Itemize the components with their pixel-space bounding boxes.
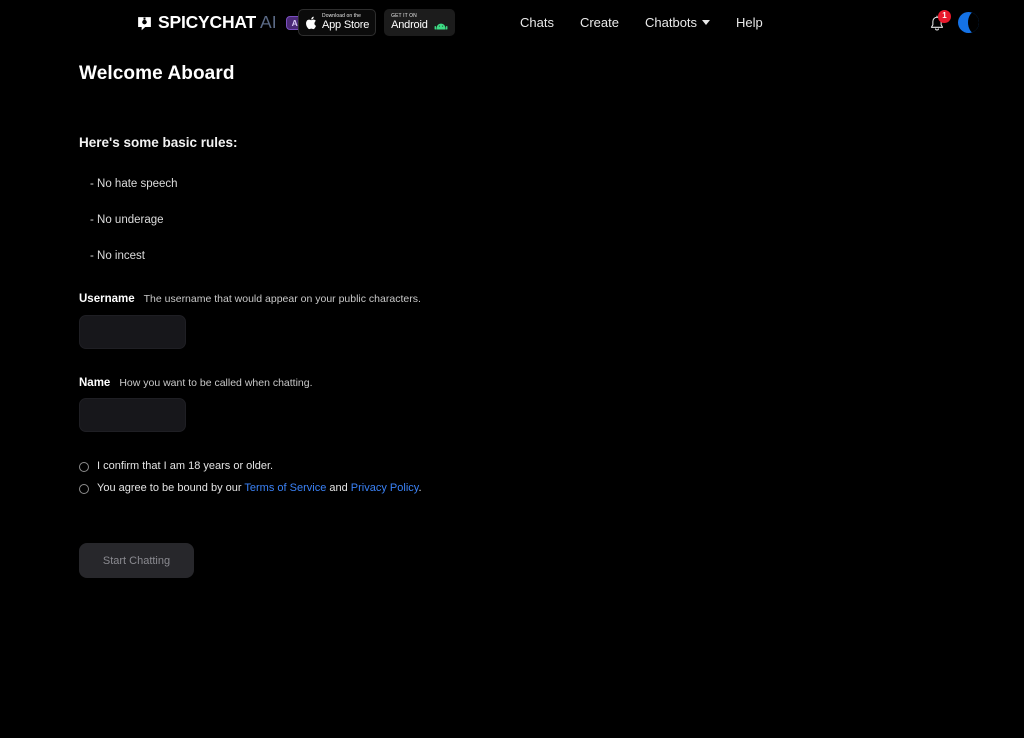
nav-item-help-label: Help bbox=[736, 15, 763, 30]
username-field-block: Username The username that would appear … bbox=[79, 287, 1024, 349]
terms-consent-checkbox[interactable] bbox=[79, 483, 89, 494]
terms-of-service-link[interactable]: Terms of Service bbox=[244, 482, 326, 494]
list-item: - No hate speech bbox=[90, 178, 178, 190]
brand-name: SPICYCHAT bbox=[158, 12, 257, 33]
main-content: Welcome Aboard Here's some basic rules: … bbox=[0, 45, 1024, 578]
username-label: Username bbox=[79, 293, 135, 305]
terms-text-after: . bbox=[418, 482, 422, 494]
name-label-row: Name How you want to be called when chat… bbox=[79, 376, 1024, 390]
consent-section: I confirm that I am 18 years or older. Y… bbox=[79, 432, 1024, 494]
terms-text-middle: and bbox=[326, 482, 351, 494]
notification-count-badge: 1 bbox=[938, 9, 951, 23]
terms-text-before: You agree to be bound by our bbox=[97, 482, 245, 494]
terms-consent-row[interactable]: You agree to be bound by our Terms of Se… bbox=[79, 483, 1024, 494]
app-header: SPICYCHAT AI ALPHA RELEASE Download on t… bbox=[0, 0, 1024, 45]
list-item: - No underage bbox=[90, 214, 164, 226]
nav-item-chatbots-label: Chatbots bbox=[645, 15, 698, 30]
age-consent-checkbox[interactable] bbox=[79, 461, 89, 472]
android-store-badge[interactable]: GET IT ON Android bbox=[384, 9, 455, 36]
android-store-text: GET IT ON Android bbox=[391, 14, 428, 31]
name-field-block: Name How you want to be called when chat… bbox=[79, 371, 1024, 432]
notifications-button[interactable]: 1 bbox=[928, 9, 951, 34]
avatar[interactable] bbox=[958, 12, 979, 33]
name-hint: How you want to be called when chatting. bbox=[119, 376, 313, 389]
page-title: Welcome Aboard bbox=[79, 63, 235, 84]
username-input[interactable] bbox=[79, 314, 186, 349]
apple-icon bbox=[306, 16, 316, 29]
nav-item-chats-label: Chats bbox=[520, 15, 554, 30]
rules-heading: Here's some basic rules: bbox=[79, 135, 238, 150]
chat-bubble-icon bbox=[138, 16, 151, 30]
chevron-down-icon bbox=[702, 20, 711, 25]
store-badges: Download on the App Store GET IT ON Andr… bbox=[298, 9, 455, 36]
brand-suffix: AI bbox=[260, 12, 277, 33]
list-item: - No incest bbox=[90, 250, 145, 262]
privacy-policy-link[interactable]: Privacy Policy bbox=[351, 482, 419, 494]
nav-item-chats[interactable]: Chats bbox=[520, 15, 554, 30]
android-robot-icon bbox=[434, 23, 448, 30]
nav-item-help[interactable]: Help bbox=[736, 15, 763, 30]
app-store-big-label: App Store bbox=[322, 19, 370, 31]
rules-list: - No hate speech - No underage - No ince… bbox=[79, 150, 1024, 263]
name-label: Name bbox=[79, 376, 111, 389]
header-actions: 1 bbox=[928, 0, 979, 45]
username-hint: The username that would appear on your p… bbox=[143, 293, 421, 305]
age-consent-label: I confirm that I am 18 years or older. bbox=[97, 460, 274, 472]
age-consent-row[interactable]: I confirm that I am 18 years or older. bbox=[79, 461, 1024, 472]
nav-item-create-label: Create bbox=[579, 15, 619, 30]
app-store-badge[interactable]: Download on the App Store bbox=[298, 9, 377, 36]
name-input[interactable] bbox=[79, 398, 186, 432]
terms-consent-label: You agree to be bound by our Terms of Se… bbox=[97, 483, 422, 494]
android-store-big-label: Android bbox=[391, 19, 428, 31]
nav-item-create[interactable]: Create bbox=[580, 15, 619, 30]
app-store-text: Download on the App Store bbox=[322, 14, 369, 31]
nav-item-chatbots[interactable]: Chatbots bbox=[645, 15, 711, 30]
main-navigation: Chats Create Chatbots Help bbox=[520, 0, 763, 45]
start-chatting-button[interactable]: Start Chatting bbox=[79, 543, 194, 578]
username-label-row: Username The username that would appear … bbox=[79, 293, 1024, 306]
